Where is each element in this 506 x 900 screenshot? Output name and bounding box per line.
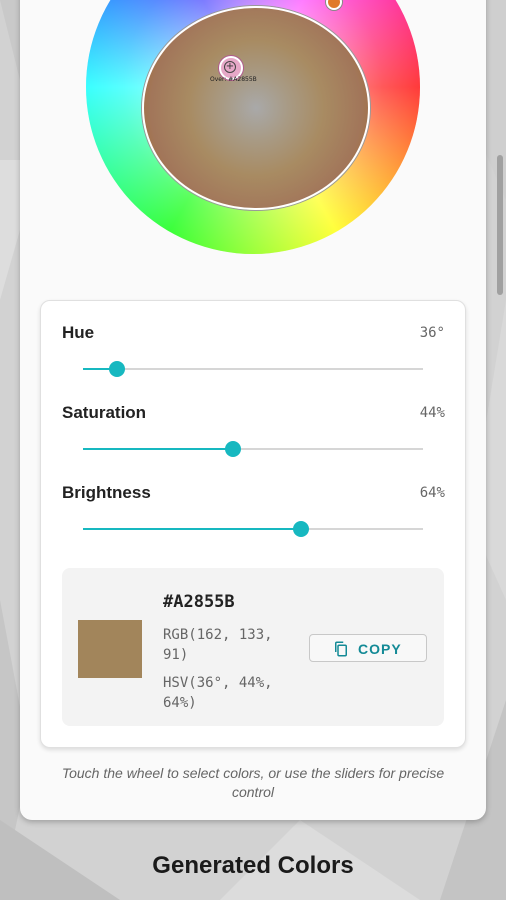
color-swatch [78, 620, 142, 678]
brightness-slider-thumb[interactable] [292, 521, 309, 537]
color-preview: #A2855B RGB(162, 133, 91) HSV(36°, 44%, … [62, 568, 444, 726]
hsv-value: HSV(36°, 44%, 64%) [163, 675, 273, 711]
copy-label: COPY [358, 641, 402, 657]
scrollbar[interactable] [497, 155, 503, 295]
saturation-disc[interactable] [142, 6, 370, 210]
marker-label: Over: #A2855B [210, 76, 257, 83]
hint-text: Touch the wheel to select colors, or use… [61, 765, 445, 800]
saturation-value: 44% [419, 405, 445, 421]
hue-slider[interactable] [83, 361, 423, 377]
generated-colors-heading: Generated Colors [152, 852, 354, 879]
hue-label: Hue [62, 323, 95, 342]
copy-button[interactable]: COPY [309, 634, 427, 662]
saturation-slider-thumb[interactable] [224, 441, 241, 457]
brightness-slider[interactable] [83, 521, 423, 537]
crosshair-icon: + [224, 61, 236, 73]
brightness-label: Brightness [62, 483, 151, 502]
slider-panel: Hue 36° Saturation 44% Brightness 64% #A… [40, 300, 466, 748]
hue-value: 36° [419, 325, 445, 341]
brightness-slider-fill [83, 528, 301, 530]
saturation-label: Saturation [62, 403, 147, 422]
brightness-value: 64% [419, 485, 445, 501]
hue-slider-thumb[interactable] [109, 361, 125, 377]
color-wheel[interactable]: + Over: #A2855B [86, 0, 420, 254]
hex-value: #A2855B [163, 592, 235, 612]
rgb-value: RGB(162, 133, 91) [163, 627, 273, 663]
copy-icon [335, 641, 347, 657]
saturation-slider[interactable] [83, 441, 423, 457]
saturation-slider-fill [83, 448, 233, 450]
